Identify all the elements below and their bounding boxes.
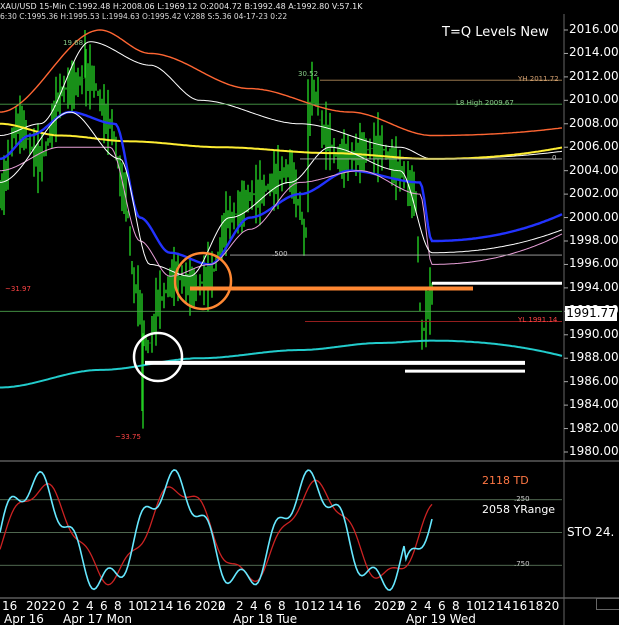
y-tick-label: 2010.00 xyxy=(569,92,619,107)
x-tick-label: 4 xyxy=(424,599,432,613)
sto-level-label: .250 xyxy=(514,494,530,503)
y-tick-label: 2016.00 xyxy=(569,22,619,36)
x-tick-label: 10 xyxy=(294,599,310,613)
y-tick-label: 2000.00 xyxy=(569,209,619,224)
x-tick-label: 12 xyxy=(310,599,326,613)
yrange-label: 2058 YRange xyxy=(482,503,556,516)
y-tick-label: 2002.00 xyxy=(569,186,619,201)
annotation-label: YH 2011.72 xyxy=(518,75,559,84)
x-tick-label: 8 xyxy=(278,599,286,613)
x-tick-label: 0 xyxy=(218,599,226,613)
x-date-label: Apr 16 xyxy=(4,612,44,625)
y-tick-label: 1980.00 xyxy=(569,444,619,458)
annotation-label: YL 1991.14 xyxy=(518,316,558,325)
x-tick-label: 10 xyxy=(466,599,482,613)
x-tick-label: 14 xyxy=(158,599,174,613)
x-tick-label: 0 xyxy=(398,599,406,613)
x-tick-label: 4 xyxy=(86,599,94,613)
x-date-label: Apr 18 Tue xyxy=(233,612,298,625)
x-tick-label: 2 xyxy=(410,599,418,613)
y-tick-label: 1988.00 xyxy=(569,350,619,365)
annotation-label: L8 High 2009.67 xyxy=(456,99,514,108)
annotation-label: ~33.75 xyxy=(115,432,141,441)
x-tick-label: 2 xyxy=(236,599,244,613)
scroll-handle[interactable] xyxy=(596,598,619,610)
x-tick-label: 14 xyxy=(496,599,512,613)
y-tick-label: 1984.00 xyxy=(569,397,619,412)
x-date-label: Apr 19 Wed xyxy=(406,612,476,625)
x-tick-label: 8 xyxy=(452,599,460,613)
annotation-label: .500 xyxy=(272,250,288,259)
y-tick-label: 2008.00 xyxy=(569,115,619,130)
y-tick-label: 1998.00 xyxy=(569,233,619,247)
y-tick-label: 2012.00 xyxy=(569,68,619,83)
x-tick-label: 12 xyxy=(480,599,496,613)
chart-window: { "header": { "symbol_line": "XAU/USD 15… xyxy=(0,0,619,625)
last-price-label: 1991.77 xyxy=(565,306,617,321)
annotation-label: ~31.97 xyxy=(5,285,31,294)
y-tick-label: 2004.00 xyxy=(569,162,619,177)
price-bars xyxy=(0,30,433,429)
stochastic-label: STO 24. xyxy=(567,525,615,539)
y-tick-label: 1986.00 xyxy=(569,373,619,388)
annotation-label: 0 xyxy=(552,153,557,162)
y-tick-label: 1996.00 xyxy=(569,256,619,271)
y-tick-label: 1982.00 xyxy=(569,420,619,435)
y-tick-label: 1994.00 xyxy=(569,279,619,294)
x-tick-label: 0 xyxy=(58,599,66,613)
x-tick-label: 16 xyxy=(512,599,528,613)
x-date-label: Apr 17 Mon xyxy=(63,612,132,625)
y-tick-label: 2006.00 xyxy=(569,139,619,154)
x-tick-label: 2022 xyxy=(26,599,57,613)
x-tick-label: 16 xyxy=(346,599,362,613)
x-tick-label: 16 xyxy=(176,599,192,613)
x-tick-label: 8 xyxy=(114,599,122,613)
x-tick-label: 6 xyxy=(438,599,446,613)
sto-level-label: .750 xyxy=(514,560,530,569)
white-circle xyxy=(132,331,184,383)
y-tick-label: 2014.00 xyxy=(569,45,619,60)
x-tick-label: 14 xyxy=(328,599,344,613)
x-tick-label: 12 xyxy=(142,599,158,613)
x-tick-label: 20 xyxy=(544,599,560,613)
x-tick-label: 6 xyxy=(100,599,108,613)
y-tick-label: 1990.00 xyxy=(569,326,619,341)
x-tick-label: 6 xyxy=(264,599,272,613)
chart-title: T=Q Levels New xyxy=(442,25,549,40)
chart-svg xyxy=(0,14,619,625)
x-tick-label: 2 xyxy=(72,599,80,613)
x-tick-label: 10 xyxy=(128,599,144,613)
annotation-label: 30.52 xyxy=(298,69,319,78)
ema-yellow xyxy=(0,122,563,160)
x-tick-label: 16 xyxy=(2,599,18,613)
x-tick-label: 4 xyxy=(250,599,258,613)
sto-fast-line xyxy=(0,469,433,591)
x-tick-label: 18 xyxy=(528,599,544,613)
td-label: 2118 TD xyxy=(482,474,529,487)
annotation-label: 19.68 xyxy=(63,39,84,48)
detail-header: 6:30 C:1995.36 H:1995.53 L:1994.63 O:199… xyxy=(0,12,288,21)
